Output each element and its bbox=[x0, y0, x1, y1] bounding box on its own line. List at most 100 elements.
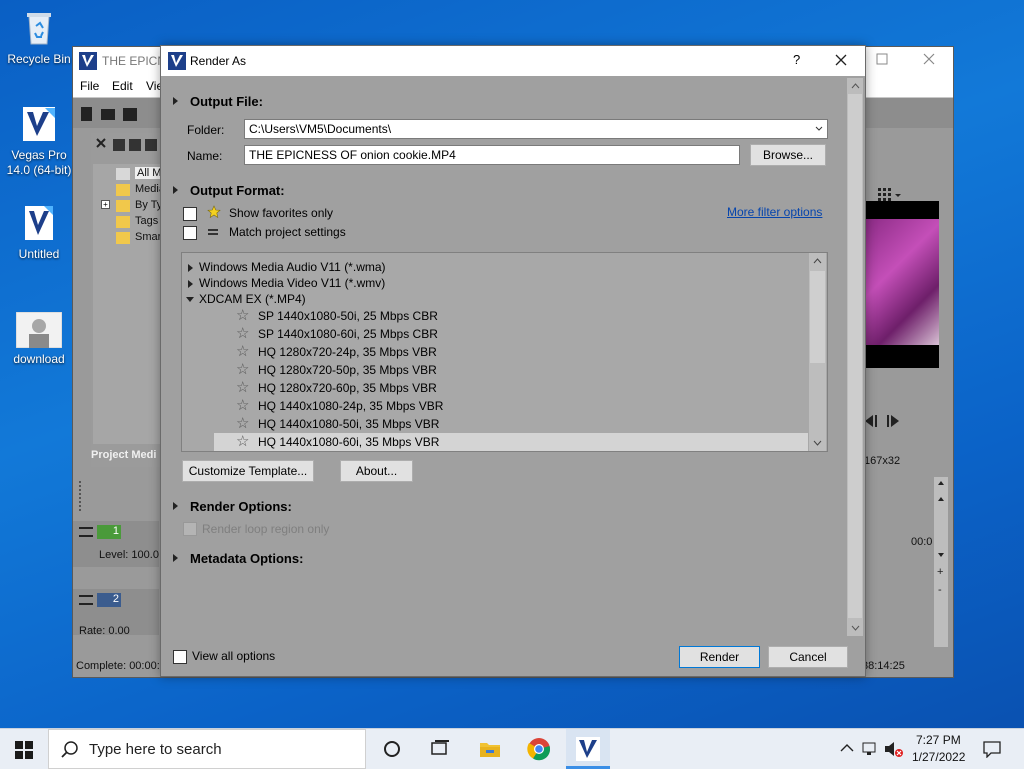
template-item[interactable]: HQ 1280x720-50p, 35 Mbps VBR bbox=[258, 361, 437, 379]
timeline-vertical-scrollbar[interactable]: + - bbox=[934, 477, 948, 647]
vegas-project-icon bbox=[19, 203, 59, 243]
complete-readout: Complete: 00:00: bbox=[76, 660, 160, 672]
download-shortcut[interactable]: download bbox=[1, 311, 77, 367]
desktop-icon-label: Vegas Pro 14.0 (64-bit) bbox=[6, 148, 72, 177]
template-item[interactable]: HQ 1280x720-60p, 35 Mbps VBR bbox=[258, 379, 437, 397]
star-outline-icon[interactable]: ☆ bbox=[236, 362, 249, 378]
toolbar-file-icons[interactable] bbox=[81, 106, 141, 122]
track-collapse-icon[interactable] bbox=[79, 527, 93, 537]
close-icon bbox=[835, 54, 847, 66]
more-filter-options-link[interactable]: More filter options bbox=[727, 205, 822, 219]
grid-icon[interactable] bbox=[878, 188, 902, 202]
notification-icon[interactable] bbox=[982, 740, 1002, 758]
render-as-dialog[interactable]: Render As ? Output File: Folder: C:\User… bbox=[160, 45, 866, 677]
expand-triangle-icon[interactable] bbox=[173, 554, 178, 562]
dialog-titlebar[interactable]: Render As ? bbox=[161, 46, 865, 76]
file-explorer-icon[interactable] bbox=[478, 737, 502, 761]
svg-text:-: - bbox=[938, 584, 942, 596]
dialog-scrollbar[interactable] bbox=[847, 78, 863, 636]
about-button[interactable]: About... bbox=[340, 460, 413, 482]
expand-icon[interactable]: + bbox=[101, 200, 110, 209]
scroll-thumb[interactable] bbox=[810, 271, 825, 363]
expand-triangle-icon[interactable] bbox=[173, 502, 178, 510]
image-file-icon bbox=[15, 311, 63, 349]
tree-item-tags[interactable]: Tags bbox=[135, 215, 158, 227]
vegas-app-icon bbox=[79, 52, 97, 70]
match-project-checkbox[interactable] bbox=[183, 226, 197, 240]
desktop-icon-label: download bbox=[13, 352, 65, 366]
expand-triangle-icon[interactable] bbox=[188, 264, 193, 272]
vegas-taskbar-button[interactable] bbox=[566, 729, 610, 769]
clock-date[interactable]: 1/27/2022 bbox=[912, 750, 965, 764]
star-outline-icon[interactable]: ☆ bbox=[236, 416, 249, 432]
expand-triangle-icon[interactable] bbox=[188, 280, 193, 288]
template-item[interactable]: HQ 1440x1080-24p, 35 Mbps VBR bbox=[258, 397, 443, 415]
menu-edit[interactable]: Edit bbox=[112, 79, 133, 93]
windows-start-icon[interactable] bbox=[15, 741, 33, 759]
chrome-icon[interactable] bbox=[527, 737, 551, 761]
star-outline-icon[interactable]: ☆ bbox=[236, 380, 249, 396]
clock-time[interactable]: 7:27 PM bbox=[916, 733, 961, 747]
format-template-list[interactable]: Windows Media Audio V11 (*.wma) Windows … bbox=[181, 252, 828, 452]
taskbar-search-box[interactable]: Type here to search bbox=[48, 729, 366, 769]
grip-icon bbox=[79, 481, 93, 511]
star-outline-icon[interactable]: ☆ bbox=[236, 344, 249, 360]
dialog-title: Render As bbox=[190, 54, 247, 68]
name-input[interactable]: THE EPICNESS OF onion cookie.MP4 bbox=[244, 145, 740, 165]
star-outline-icon[interactable]: ☆ bbox=[236, 398, 249, 414]
view-all-options-checkbox[interactable] bbox=[173, 650, 187, 664]
help-button[interactable]: ? bbox=[793, 52, 800, 67]
show-hidden-icons-chevron[interactable] bbox=[840, 743, 854, 753]
template-item[interactable]: HQ 1280x720-24p, 35 Mbps VBR bbox=[258, 343, 437, 361]
template-item[interactable]: SP 1440x1080-60i, 25 Mbps CBR bbox=[258, 325, 438, 343]
close-button[interactable] bbox=[923, 53, 937, 67]
cortana-icon[interactable] bbox=[380, 737, 404, 761]
explorer-toolbar-icons[interactable] bbox=[95, 137, 161, 153]
timecode-readout: 38:14:25 bbox=[862, 660, 905, 672]
vegas-pro-shortcut[interactable]: Vegas Pro 14.0 (64-bit) bbox=[1, 104, 77, 178]
format-list-scrollbar[interactable] bbox=[809, 253, 826, 451]
collapse-triangle-icon[interactable] bbox=[186, 297, 194, 302]
scroll-thumb[interactable] bbox=[848, 94, 862, 618]
video-preview bbox=[863, 201, 939, 368]
star-outline-icon[interactable]: ☆ bbox=[236, 326, 249, 342]
frame-step-icon[interactable] bbox=[863, 413, 903, 429]
browse-button[interactable]: Browse... bbox=[750, 144, 826, 166]
star-outline-icon[interactable]: ☆ bbox=[236, 308, 249, 324]
menu-file[interactable]: File bbox=[80, 79, 99, 93]
star-outline-icon[interactable]: ☆ bbox=[236, 434, 249, 450]
view-all-options-label: View all options bbox=[192, 649, 276, 663]
tree-item-smart[interactable]: Smar bbox=[135, 231, 161, 243]
format-category[interactable]: XDCAM EX (*.MP4) bbox=[199, 290, 306, 308]
cancel-button[interactable]: Cancel bbox=[768, 646, 848, 668]
project-media-tab[interactable]: Project Medi bbox=[91, 449, 163, 463]
rate-readout: Rate: 0.00 bbox=[79, 625, 130, 637]
template-item[interactable]: SP 1440x1080-50i, 25 Mbps CBR bbox=[258, 307, 438, 325]
output-format-heading: Output Format: bbox=[190, 183, 285, 198]
customize-template-button[interactable]: Customize Template... bbox=[182, 460, 314, 482]
scroll-up-icon[interactable] bbox=[851, 83, 860, 89]
scroll-down-icon[interactable] bbox=[813, 440, 822, 446]
dialog-close-button[interactable] bbox=[835, 54, 849, 68]
expand-triangle-icon[interactable] bbox=[173, 97, 178, 105]
expand-triangle-icon[interactable] bbox=[173, 186, 178, 194]
task-view-icon[interactable] bbox=[428, 737, 452, 761]
scroll-down-icon[interactable] bbox=[851, 625, 860, 631]
maximize-button[interactable] bbox=[876, 53, 890, 65]
render-loop-checkbox[interactable] bbox=[183, 522, 197, 536]
untitled-shortcut[interactable]: Untitled bbox=[1, 203, 77, 262]
volume-muted-icon[interactable] bbox=[884, 741, 904, 757]
recycle-bin-shortcut[interactable]: Recycle Bin bbox=[1, 8, 77, 67]
show-favorites-checkbox[interactable] bbox=[183, 207, 197, 221]
network-icon[interactable] bbox=[862, 741, 880, 757]
track-collapse-icon[interactable] bbox=[79, 595, 93, 605]
scroll-up-icon[interactable] bbox=[813, 258, 822, 264]
name-value: THE EPICNESS OF onion cookie.MP4 bbox=[249, 148, 456, 162]
template-item-selected[interactable]: ☆ HQ 1440x1080-60i, 35 Mbps VBR bbox=[214, 433, 808, 451]
render-button[interactable]: Render bbox=[679, 646, 760, 668]
track-level: Level: 100.0 bbox=[99, 549, 159, 561]
template-item[interactable]: HQ 1440x1080-50i, 35 Mbps VBR bbox=[258, 415, 439, 433]
tree-item-by-type[interactable]: By Ty bbox=[135, 199, 162, 211]
track-header-1[interactable]: 1 Level: 100.0 bbox=[73, 521, 159, 567]
folder-combobox[interactable]: C:\Users\VM5\Documents\ bbox=[244, 119, 828, 139]
